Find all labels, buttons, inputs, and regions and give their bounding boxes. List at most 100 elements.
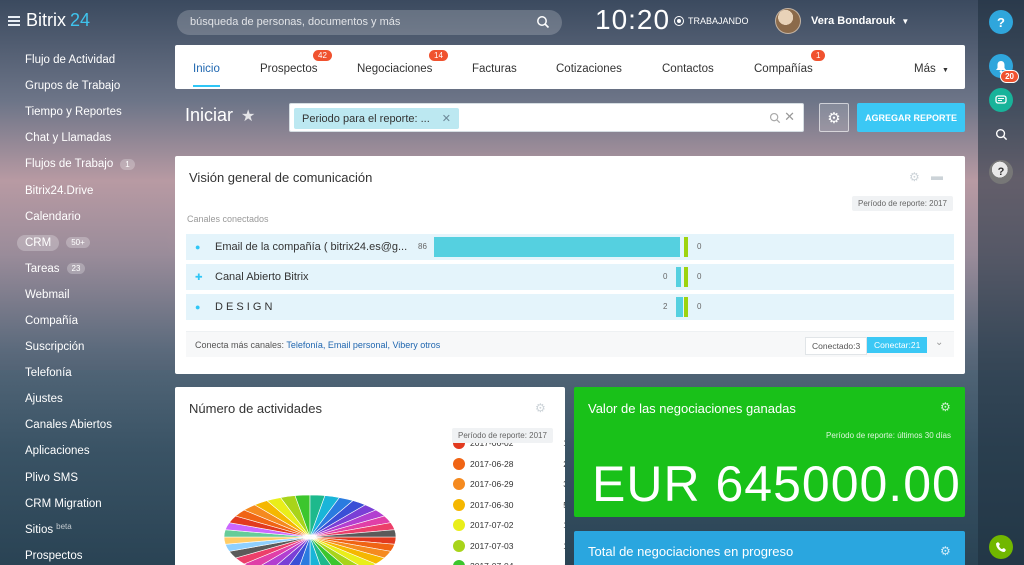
sidebar-item-label: Grupos de Trabajo [25, 80, 121, 93]
chevron-down-icon: ▼ [901, 16, 910, 26]
search-input[interactable]: búsqueda de personas, documentos y más [177, 10, 562, 35]
sidebar-item-chat[interactable]: Chat y Llamadas [0, 125, 170, 151]
tab-contactos[interactable]: Contactos [662, 63, 714, 75]
legend-item: 2017-07-044 [453, 556, 565, 565]
section-label: Canales conectados [187, 214, 269, 224]
sidebar-item-label: Telefonía [25, 367, 72, 380]
tab-companias[interactable]: Compañías 1 [754, 50, 826, 75]
channel-name: Canal Abierto Bitrix [215, 271, 309, 283]
sidebar-item-compania[interactable]: Compañía [0, 308, 170, 334]
chat-list-button[interactable] [989, 88, 1013, 112]
tab-label: Prospectos [260, 63, 318, 75]
sidebar-item-label: Sitios [25, 523, 54, 536]
tab-negociaciones[interactable]: Negociaciones 14 [357, 50, 448, 75]
sidebar-item-crm-migration[interactable]: CRM Migration [0, 491, 170, 517]
chart-legend: 2017-06-0212017-06-2822017-06-2932017-06… [453, 433, 565, 565]
channel-row[interactable]: ✚ Canal Abierto Bitrix 0 0 [186, 264, 954, 290]
bullet-icon: ● [195, 302, 201, 312]
sidebar-item-aplicaciones[interactable]: Aplicaciones [0, 438, 170, 464]
gear-icon[interactable]: ⚙ [535, 401, 546, 415]
sidebar-item-prospectos[interactable]: Prospectos [0, 543, 170, 565]
gear-icon[interactable]: ⚙ [940, 400, 951, 414]
user-avatar-button[interactable]: ? [989, 160, 1013, 184]
legend-item: 2017-06-29 3 [453, 474, 565, 495]
left-sidebar: Bitrix 24 Flujo de Actividad Grupos de T… [0, 0, 170, 565]
sidebar-item-calendario[interactable]: Calendario [0, 204, 170, 230]
search-icon[interactable] [769, 112, 781, 124]
search-button[interactable] [989, 122, 1013, 146]
channel-count-secondary: 0 [697, 302, 702, 311]
add-report-button[interactable]: AGREGAR REPORTE [857, 103, 965, 132]
settings-button[interactable]: ⚙ [819, 103, 849, 132]
chevron-down-icon: ▼ [941, 67, 949, 74]
sidebar-menu: Flujo de Actividad Grupos de Trabajo Tie… [0, 47, 170, 565]
tab-label: Inicio [193, 63, 220, 75]
sidebar-item-grupos[interactable]: Grupos de Trabajo [0, 73, 170, 99]
connect-channels-row: Conecta más canales: Telefonía, Email pe… [186, 331, 954, 357]
sidebar-item-suscripcion[interactable]: Suscripción [0, 334, 170, 360]
chevron-down-icon[interactable]: ⌄ [935, 337, 943, 348]
tab-mas[interactable]: Más ▼ [914, 63, 949, 75]
user-menu[interactable]: Vera Bondarouk ▼ [775, 8, 909, 34]
filter-chip[interactable]: Periodo para el reporte: ... ✕ [294, 108, 460, 129]
activities-panel: Número de actividades ⚙ Período de repor… [175, 387, 565, 565]
tab-label: Cotizaciones [556, 63, 622, 75]
clock-time[interactable]: 10:20 [595, 4, 670, 36]
channel-count: 0 [663, 272, 668, 281]
sidebar-item-flujos-trabajo[interactable]: Flujos de Trabajo 1 [0, 151, 170, 177]
sidebar-item-label: Suscripción [25, 341, 85, 354]
legend-item: 2017-07-03 1 [453, 536, 565, 557]
sidebar-item-tareas[interactable]: Tareas 23 [0, 256, 170, 282]
clear-icon[interactable]: ✕ [784, 109, 795, 125]
sidebar-item-ajustes[interactable]: Ajustes [0, 386, 170, 412]
sidebar-item-plivo[interactable]: Plivo SMS [0, 465, 170, 491]
legend-date: 2017-07-04 [470, 561, 558, 565]
menu-icon[interactable] [8, 14, 20, 28]
connect-button[interactable]: Conectar:21 [867, 337, 928, 353]
sidebar-item-flujo-actividad[interactable]: Flujo de Actividad [0, 47, 170, 73]
channel-name: D E S I G N [215, 301, 273, 313]
connected-count[interactable]: Conectado:3 [805, 337, 868, 355]
star-icon[interactable]: ★ [241, 106, 255, 126]
logo[interactable]: Bitrix 24 [8, 10, 90, 31]
sidebar-item-webmail[interactable]: Webmail [0, 282, 170, 308]
plus-icon: ✚ [195, 272, 203, 282]
count-badge: 42 [313, 50, 332, 61]
gear-icon[interactable]: ⚙ [940, 544, 951, 558]
gear-icon[interactable]: ⚙ [909, 170, 920, 184]
sidebar-item-label: Prospectos [25, 549, 83, 562]
sidebar-item-crm[interactable]: CRM 50+ [0, 230, 170, 256]
tab-facturas[interactable]: Facturas [472, 63, 517, 75]
connect-links[interactable]: Telefonía, Email personal, Vibery otros [286, 340, 440, 350]
sidebar-item-tiempo[interactable]: Tiempo y Reportes [0, 99, 170, 125]
channel-row[interactable]: ● Email de la compañía ( bitrix24.es@g..… [186, 234, 954, 260]
bullet-icon: ● [195, 242, 201, 252]
notifications-button[interactable]: 20 [989, 54, 1019, 83]
legend-date: 2017-06-29 [470, 479, 514, 490]
help-button[interactable]: ? [989, 10, 1013, 34]
channel-row[interactable]: ● D E S I G N 2 0 [186, 294, 954, 320]
tab-label: Negociaciones [357, 63, 433, 75]
legend-swatch [453, 539, 465, 552]
work-status[interactable]: TRABAJANDO [674, 16, 749, 26]
chat-icon [995, 95, 1007, 104]
sidebar-item-label: Calendario [25, 210, 81, 223]
close-icon[interactable]: ✕ [442, 113, 451, 125]
channel-count: 2 [663, 302, 668, 311]
sidebar-item-drive[interactable]: Bitrix24.Drive [0, 177, 170, 203]
communication-overview-panel: Visión general de comunicación ⚙ ▬ Perío… [175, 156, 965, 374]
phone-button[interactable] [989, 535, 1013, 559]
tab-prospectos[interactable]: Prospectos 42 [260, 50, 332, 75]
search-icon[interactable] [536, 15, 550, 29]
sidebar-item-telefonia[interactable]: Telefonía [0, 360, 170, 386]
filter-input[interactable]: Periodo para el reporte: ... ✕ ✕ [289, 103, 804, 132]
tab-cotizaciones[interactable]: Cotizaciones [556, 63, 622, 75]
sidebar-item-label: Ajustes [25, 393, 63, 406]
sidebar-item-sitios[interactable]: Sitios beta [0, 517, 170, 543]
channel-bar-secondary [684, 267, 688, 287]
panel-title: Visión general de comunicación [189, 170, 373, 185]
deals-in-progress-panel: Total de negociaciones en progreso ⚙ [574, 531, 965, 565]
sidebar-item-canales[interactable]: Canales Abiertos [0, 412, 170, 438]
video-icon[interactable]: ▬ [931, 169, 943, 183]
tab-inicio[interactable]: Inicio [193, 63, 220, 87]
